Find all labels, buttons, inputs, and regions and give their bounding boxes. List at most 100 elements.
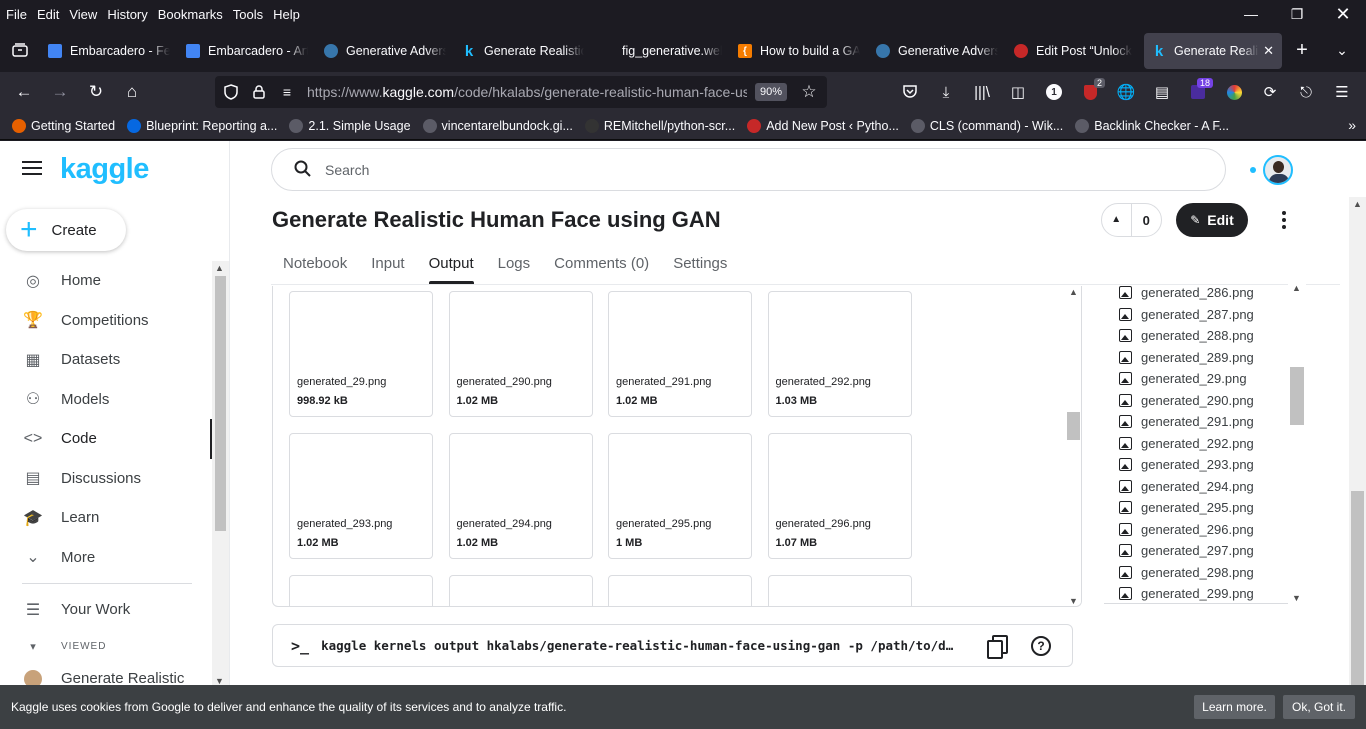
output-file-card[interactable]: generated_291.png 1.02 MB	[608, 291, 752, 417]
ok-got-it-button[interactable]: Ok, Got it.	[1283, 695, 1355, 719]
api-command-text[interactable]: kaggle kernels output hkalabs/generate-r…	[321, 638, 961, 653]
learn-more-button[interactable]: Learn more.	[1194, 695, 1275, 719]
tab-settings[interactable]: Settings	[661, 243, 739, 284]
library-icon[interactable]: |||\	[964, 76, 1000, 108]
close-tab-icon[interactable]: ✕	[1259, 43, 1274, 59]
file-tree-item[interactable]: generated_290.png	[1104, 390, 1306, 412]
file-tree-item[interactable]: generated_29.png	[1104, 368, 1306, 390]
output-file-card[interactable]: generated_290.png 1.02 MB	[448, 291, 593, 417]
sync-icon[interactable]: ⟳	[1252, 76, 1288, 108]
file-tree-item[interactable]: generated_296.png	[1104, 519, 1306, 541]
file-tree-item[interactable]: generated_287.png	[1104, 304, 1306, 326]
avatar[interactable]	[1263, 155, 1293, 185]
zoom-level[interactable]: 90%	[755, 83, 788, 101]
browser-tab[interactable]: Embarcadero - Art	[178, 33, 316, 69]
home-icon[interactable]: ⌂	[114, 76, 150, 108]
upvote-icon[interactable]: ▲	[1102, 204, 1132, 236]
sidebar-scrollbar[interactable]: ▲ ▼	[212, 261, 229, 688]
file-tree-item[interactable]: generated_293.png	[1104, 454, 1306, 476]
browser-tab[interactable]: Generative Advers	[868, 33, 1006, 69]
downloads-icon[interactable]: ⤓	[928, 76, 964, 108]
bookmark-item[interactable]: vincentarelbundock.gi...	[417, 118, 579, 133]
file-tree-item[interactable]: generated_286.png	[1104, 282, 1306, 304]
file-tree-item[interactable]: generated_297.png	[1104, 540, 1306, 562]
tracking-shield-icon[interactable]	[217, 84, 245, 100]
forward-icon[interactable]: →	[42, 76, 78, 108]
globe-icon[interactable]: 🌐	[1108, 76, 1144, 108]
bookmark-item[interactable]: Blueprint: Reporting a...	[121, 118, 283, 133]
bookmark-item[interactable]: Getting Started	[6, 118, 121, 133]
extensions-icon[interactable]: ⎋	[1288, 76, 1324, 108]
sidebar-item-more[interactable]: ⌄ More	[0, 538, 212, 578]
screenshot-icon[interactable]: ▤	[1144, 76, 1180, 108]
sidebar-item-code[interactable]: <> Code	[0, 419, 212, 459]
pocket-icon[interactable]	[892, 76, 928, 108]
color-picker-icon[interactable]	[1216, 76, 1252, 108]
file-tree-item[interactable]: generated_299.png	[1104, 583, 1306, 603]
browser-tab[interactable]: {How to build a GA	[730, 33, 868, 69]
tab-input[interactable]: Input	[359, 243, 416, 284]
back-icon[interactable]: ←	[6, 76, 42, 108]
more-bookmarks-icon[interactable]: »	[1348, 117, 1356, 133]
url-text[interactable]: https://www.kaggle.com/code/hkalabs/gene…	[307, 84, 747, 100]
reload-icon[interactable]: ↻	[78, 76, 114, 108]
close-icon[interactable]: ✕	[1320, 0, 1366, 28]
viewed-section-toggle[interactable]: ▾ VIEWED	[0, 630, 212, 664]
browser-tab[interactable]: k Generate Realistic	[454, 33, 592, 69]
bookmark-item[interactable]: CLS (command) - Wik...	[905, 118, 1069, 133]
sidebar-item-your-work[interactable]: ☰ Your Work	[0, 590, 212, 630]
file-tree-item[interactable]: generated_291.png	[1104, 411, 1306, 433]
bookmark-item[interactable]: 2.1. Simple Usage	[283, 118, 416, 133]
bookmark-star-icon[interactable]: ☆	[795, 82, 823, 102]
file-tree-item[interactable]: generated_295.png	[1104, 497, 1306, 519]
search-input[interactable]: Search	[271, 148, 1226, 191]
extension-shield-icon[interactable]: 18	[1180, 76, 1216, 108]
sidebar-item-discussions[interactable]: ▤ Discussions	[0, 459, 212, 499]
menu-bookmarks[interactable]: Bookmarks	[153, 7, 228, 22]
file-tree-item[interactable]: generated_292.png	[1104, 433, 1306, 455]
file-tree-scrollbar[interactable]: ▲ ▼	[1288, 282, 1306, 604]
output-file-card[interactable]	[608, 575, 752, 606]
file-tree-item[interactable]: generated_294.png	[1104, 476, 1306, 498]
restore-icon[interactable]: ❐	[1274, 0, 1320, 28]
all-tabs-icon[interactable]	[0, 30, 40, 70]
browser-tab[interactable]: Generative Advers	[316, 33, 454, 69]
output-file-card[interactable]	[448, 575, 593, 606]
browser-tab[interactable]: fig_generative.webp (	[592, 33, 730, 69]
browser-tab[interactable]: Edit Post “Unlock	[1006, 33, 1144, 69]
password-manager-icon[interactable]: 1	[1036, 76, 1072, 108]
url-bar[interactable]: ≡ https://www.kaggle.com/code/hkalabs/ge…	[215, 76, 827, 108]
file-tree-item[interactable]: generated_288.png	[1104, 325, 1306, 347]
browser-tab[interactable]: k Generate Realis ✕	[1144, 33, 1282, 69]
create-button[interactable]: + Create	[6, 209, 126, 251]
ublock-icon[interactable]: 2	[1072, 76, 1108, 108]
bookmark-item[interactable]: REMitchell/python-scr...	[579, 118, 741, 133]
copy-icon[interactable]	[987, 635, 1008, 659]
menu-tools[interactable]: Tools	[228, 7, 268, 22]
new-tab-button[interactable]: +	[1282, 30, 1322, 70]
tab-comments[interactable]: Comments (0)	[542, 243, 661, 284]
menu-history[interactable]: History	[102, 7, 152, 22]
tab-output[interactable]: Output	[417, 243, 486, 284]
kaggle-logo[interactable]: kaggle	[60, 153, 149, 186]
menu-edit[interactable]: Edit	[32, 7, 64, 22]
bookmark-item[interactable]: Backlink Checker - A F...	[1069, 118, 1235, 133]
sidebar-item-home[interactable]: ◎ Home	[0, 261, 212, 301]
sidebar-icon[interactable]: ◫	[1000, 76, 1036, 108]
tab-notebook[interactable]: Notebook	[271, 243, 359, 284]
sidebar-item-competitions[interactable]: 🏆 Competitions	[0, 301, 212, 341]
hamburger-menu-icon[interactable]	[22, 161, 42, 175]
sidebar-item-datasets[interactable]: ▦ Datasets	[0, 340, 212, 380]
minimize-icon[interactable]: —	[1228, 0, 1274, 28]
menu-file[interactable]: File	[0, 7, 32, 22]
bookmark-item[interactable]: Add New Post ‹ Pytho...	[741, 118, 905, 133]
list-tabs-icon[interactable]: ⌄	[1322, 30, 1362, 70]
help-icon[interactable]: ?	[1031, 636, 1051, 656]
more-options-icon[interactable]	[1276, 205, 1292, 235]
lock-icon[interactable]	[245, 85, 273, 99]
output-file-card[interactable]: generated_294.png 1.02 MB	[448, 433, 593, 559]
sidebar-item-learn[interactable]: 🎓 Learn	[0, 498, 212, 538]
app-menu-icon[interactable]: ☰	[1324, 76, 1360, 108]
output-scrollbar[interactable]: ▲ ▼	[1065, 286, 1081, 606]
browser-tab[interactable]: Embarcadero - Fe	[40, 33, 178, 69]
